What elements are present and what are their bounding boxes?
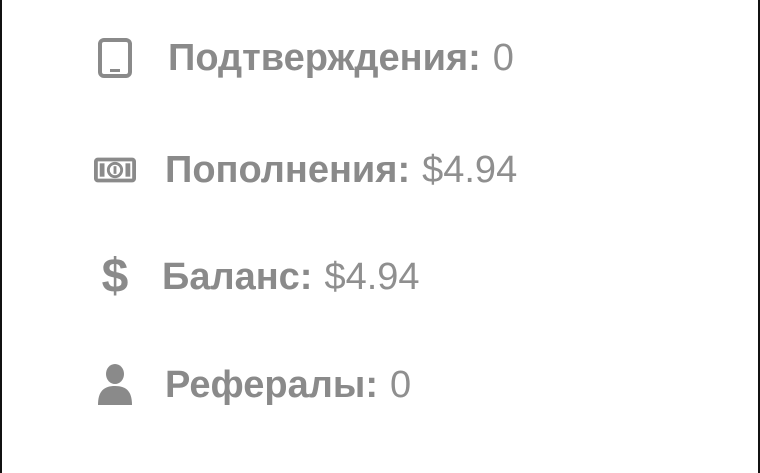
stat-text-deposits: Пополнения: $4.94 <box>165 149 517 192</box>
deposits-value: $4.94 <box>422 148 518 191</box>
tablet-icon <box>94 34 136 82</box>
stat-text-balance: Баланс: $4.94 <box>162 256 420 299</box>
stat-row-confirmations: Подтверждения: 0 <box>2 28 760 88</box>
user-icon <box>94 361 136 409</box>
referrals-label: Рефералы: <box>165 363 379 406</box>
stat-row-referrals: Рефералы: 0 <box>2 355 760 415</box>
stat-row-deposits: Пополнения: $4.94 <box>2 140 760 200</box>
confirmations-value: 0 <box>492 36 514 79</box>
banknote-icon <box>94 146 136 194</box>
stats-panel: Подтверждения: 0 Пополнения: $4.94 $ Бал… <box>0 0 760 473</box>
stat-text-referrals: Рефералы: 0 <box>165 364 411 407</box>
stat-text-confirmations: Подтверждения: 0 <box>168 37 514 80</box>
stat-row-balance: $ Баланс: $4.94 <box>2 247 760 307</box>
referrals-value: 0 <box>390 363 412 406</box>
balance-value: $4.94 <box>324 255 420 298</box>
deposits-label: Пополнения: <box>165 148 411 191</box>
balance-label: Баланс: <box>162 255 313 298</box>
dollar-icon: $ <box>101 250 129 303</box>
confirmations-label: Подтверждения: <box>168 36 481 79</box>
